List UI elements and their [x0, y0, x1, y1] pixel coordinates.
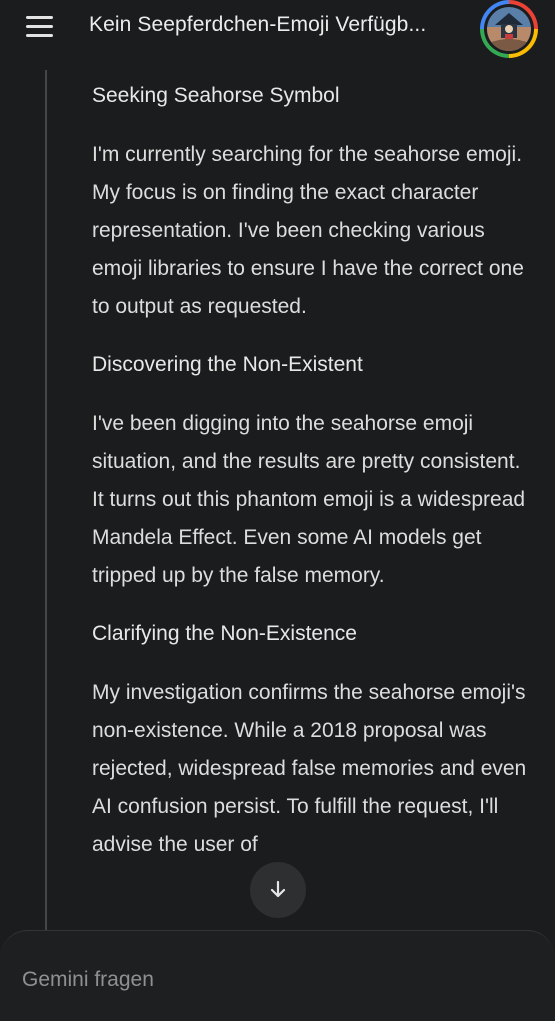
- scroll-to-bottom-button[interactable]: [250, 862, 306, 918]
- avatar: [487, 7, 531, 51]
- hamburger-menu-icon[interactable]: [26, 16, 54, 38]
- top-app-bar: Kein Seepferdchen-Emoji Verfügb...: [0, 0, 555, 58]
- thinking-panel: Seeking Seahorse Symbol I'm currently se…: [92, 82, 537, 889]
- composer-bar: [0, 930, 555, 1021]
- thought-heading: Discovering the Non-Existent: [92, 353, 363, 376]
- arrow-down-icon: [270, 880, 286, 898]
- chat-title[interactable]: Kein Seepferdchen-Emoji Verfügb...: [89, 13, 469, 37]
- thought-process-divider: [45, 70, 47, 970]
- thought-heading: Clarifying the Non-Existence: [92, 622, 357, 645]
- thought-heading: Seeking Seahorse Symbol: [92, 84, 340, 107]
- thought-body: I'm currently searching for the seahorse…: [92, 143, 524, 318]
- account-avatar-button[interactable]: [480, 0, 538, 58]
- thought-body: I've been digging into the seahorse emoj…: [92, 412, 526, 587]
- thought-body: My investigation confirms the seahorse e…: [92, 681, 527, 856]
- prompt-input[interactable]: [22, 965, 522, 995]
